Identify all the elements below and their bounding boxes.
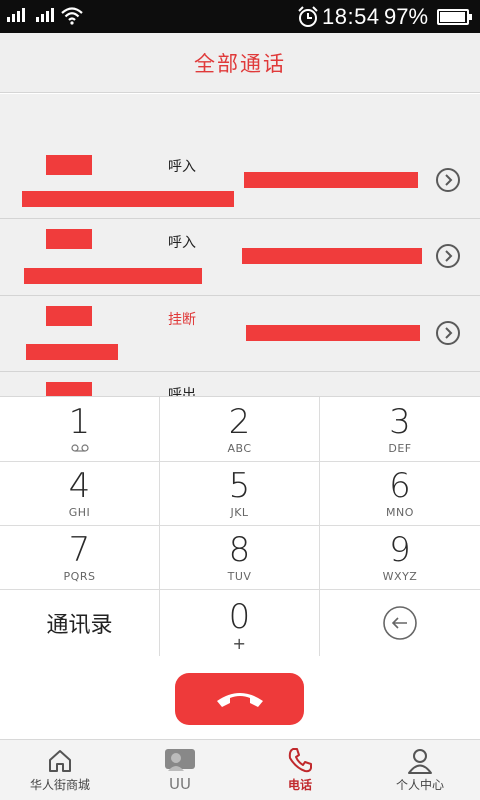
- signal-icon: [36, 8, 54, 22]
- hangup-call-button[interactable]: [175, 673, 304, 725]
- tab-label: 华人街商城: [29, 778, 90, 792]
- person-icon: [408, 749, 432, 774]
- key-6[interactable]: 6 MNO: [320, 462, 480, 526]
- key-2[interactable]: 2 ABC: [160, 397, 320, 462]
- contact-name-redacted: [46, 382, 92, 396]
- call-log-row[interactable]: 呼出: [0, 372, 480, 396]
- phone-number-redacted: [22, 191, 234, 207]
- wifi-icon: [61, 7, 83, 25]
- key-1[interactable]: 1: [0, 397, 160, 462]
- call-log-row[interactable]: 呼入: [0, 94, 480, 219]
- phone-icon: [288, 748, 312, 773]
- header: 全部通话: [0, 33, 480, 93]
- tab-profile[interactable]: 个人中心: [360, 740, 480, 800]
- key-4[interactable]: 4 GHI: [0, 462, 160, 526]
- backspace-button[interactable]: [320, 590, 480, 656]
- call-time-redacted: [246, 325, 420, 341]
- key-7[interactable]: 7 PQRS: [0, 526, 160, 590]
- home-icon: [49, 750, 71, 772]
- tab-uu[interactable]: UU: [120, 740, 240, 800]
- call-area: [0, 657, 480, 739]
- phone-number-redacted: [24, 268, 202, 284]
- clock: 18:54: [322, 4, 380, 29]
- call-log-row[interactable]: 挂断: [0, 296, 480, 372]
- battery-icon: [437, 9, 472, 25]
- battery-percent: 97%: [384, 4, 429, 29]
- call-status: 挂断: [168, 312, 196, 328]
- hangup-phone-icon: [216, 693, 263, 707]
- call-status: 呼入: [168, 159, 196, 175]
- tab-mall[interactable]: 华人街商城: [0, 740, 120, 800]
- contact-name-redacted: [46, 306, 92, 326]
- page-title: 全部通话: [194, 51, 286, 76]
- phone-number-redacted: [26, 344, 118, 360]
- alarm-icon: [298, 6, 318, 27]
- dial-keypad: 1 2 ABC 3 DEF 4 GHI 5 JKL 6 MNO 7 PQRS 8 TUV 9W…: [0, 396, 480, 656]
- details-arrow-icon[interactable]: [436, 244, 460, 268]
- call-status: 呼入: [168, 235, 196, 251]
- key-8[interactable]: 8 TUV: [160, 526, 320, 590]
- key-9[interactable]: 9 WXYZ: [320, 526, 480, 590]
- call-time-redacted: [242, 248, 422, 264]
- backspace-icon: [383, 606, 417, 640]
- key-0[interactable]: 0 +: [160, 590, 320, 656]
- details-arrow-icon[interactable]: [436, 168, 460, 192]
- contacts-button[interactable]: 通讯录: [0, 590, 160, 656]
- details-arrow-icon[interactable]: [436, 321, 460, 345]
- contact-name-redacted: [46, 155, 92, 175]
- tab-label: UU: [169, 775, 191, 793]
- call-time-redacted: [244, 172, 418, 188]
- bottom-tab-bar: 华人街商城 UU 电话 个人中心: [0, 739, 480, 800]
- status-bar: 18:54 97%: [0, 0, 480, 33]
- contact-name-redacted: [46, 229, 92, 249]
- tab-label: 个人中心: [395, 778, 444, 792]
- tab-label: 电话: [287, 778, 312, 792]
- tab-phone[interactable]: 电话: [240, 740, 360, 800]
- voicemail-icon: [70, 442, 89, 454]
- call-status: 呼出: [168, 387, 196, 396]
- signal-icon: [7, 8, 25, 22]
- key-5[interactable]: 5 JKL: [160, 462, 320, 526]
- uu-icon: [165, 749, 195, 771]
- key-3[interactable]: 3 DEF: [320, 397, 480, 462]
- call-log-row[interactable]: 呼入: [0, 219, 480, 296]
- call-log-list[interactable]: 呼入 呼入 挂断 呼出: [0, 94, 480, 396]
